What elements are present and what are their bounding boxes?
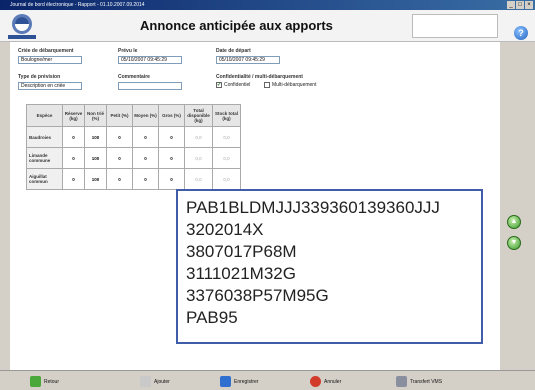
- side-add-button[interactable]: ▲: [507, 215, 521, 229]
- overlay-line: 3111021M32G: [186, 264, 296, 283]
- enregistrer-label: Enregistrer: [234, 378, 259, 385]
- col-header: Non trié (%): [84, 104, 107, 127]
- overlay-line: 3807017P68M: [186, 242, 297, 261]
- species-cell: Baudroies: [26, 126, 63, 148]
- gros-cell[interactable]: 0: [158, 126, 185, 148]
- confidential-label: Confidentiel: [224, 82, 251, 88]
- gros-cell[interactable]: 0: [158, 168, 185, 190]
- moyen-cell[interactable]: 0: [132, 168, 159, 190]
- overlay-line: PAB95: [186, 308, 238, 327]
- transfert-vms-button[interactable]: Transfert VMS: [396, 375, 442, 388]
- comment-label: Commentaire: [118, 74, 150, 80]
- reserve-cell[interactable]: 0: [62, 126, 85, 148]
- total-dispo-cell: 0,0: [184, 168, 213, 190]
- moyen-cell[interactable]: 0: [132, 147, 159, 169]
- depart-field[interactable]: 05/10/2007 09:45:29: [216, 56, 280, 64]
- transfert-label: Transfert VMS: [410, 378, 443, 385]
- window-controls: _ □ ×: [507, 1, 533, 9]
- nontrie-cell[interactable]: 100: [84, 126, 107, 148]
- nontrie-cell[interactable]: 100: [84, 147, 107, 169]
- save-icon: [220, 376, 231, 387]
- species-cell: Aiguillat commun: [26, 168, 63, 190]
- col-header: Total disponible (kg): [184, 104, 213, 127]
- prevu-field[interactable]: 05/10/2007 09:45:29: [118, 56, 182, 64]
- stock-total-cell: 0,0: [212, 168, 241, 190]
- moyen-cell[interactable]: 0: [132, 126, 159, 148]
- window-titlebar: Journal de bord électronique - Rapport -…: [0, 0, 535, 10]
- species-cell: Limande commune: [26, 147, 63, 169]
- app-logo-icon: [8, 14, 36, 39]
- table-row[interactable]: Aiguillat commun 0 100 0 0 0 0,0 0,0: [26, 168, 241, 190]
- col-header: Petit (%): [106, 104, 133, 127]
- col-header: Réserve (kg): [62, 104, 85, 127]
- retour-label: Retour: [44, 378, 60, 385]
- stock-total-cell: 0,0: [212, 126, 241, 148]
- depart-label: Date de départ: [216, 48, 251, 54]
- comment-field[interactable]: [118, 82, 182, 90]
- col-header: Stock total (kg): [212, 104, 241, 127]
- total-dispo-cell: 0,0: [184, 147, 213, 169]
- table-row[interactable]: Limande commune 0 100 0 0 0 0,0 0,0: [26, 147, 241, 169]
- col-header: Espèce: [26, 104, 63, 127]
- help-icon[interactable]: ?: [514, 26, 528, 40]
- checkbox-empty-icon: [264, 82, 270, 88]
- table-row[interactable]: Baudroies 0 100 0 0 0 0,0 0,0: [26, 126, 241, 148]
- overlay-line: PAB1BLDMJJJ339360139360JJJ: [186, 198, 440, 217]
- petit-cell[interactable]: 0: [106, 126, 133, 148]
- side-remove-button[interactable]: ▼: [507, 236, 521, 250]
- window-title: Journal de bord électronique - Rapport -…: [10, 2, 145, 8]
- page-title: Annonce anticipée aux apports: [140, 18, 333, 33]
- cancel-icon: [310, 376, 321, 387]
- annuler-button[interactable]: Annuler: [310, 375, 341, 388]
- multi-label: Multi-débarquement: [272, 82, 317, 88]
- petit-cell[interactable]: 0: [106, 147, 133, 169]
- confidential-checkbox[interactable]: ✔ Confidentiel: [216, 82, 250, 88]
- crie-label: Criée de débarquement: [18, 48, 74, 54]
- header-status-box: [412, 14, 498, 38]
- retour-button[interactable]: Retour: [30, 375, 59, 388]
- bottom-toolbar: Retour Ajouter Enregistrer Annuler Trans…: [0, 370, 535, 390]
- type-field[interactable]: Description en criée: [18, 82, 82, 90]
- gros-cell[interactable]: 0: [158, 147, 185, 169]
- table-header-row: Espèce Réserve (kg) Non trié (%) Petit (…: [26, 104, 241, 127]
- minimize-button[interactable]: _: [507, 1, 515, 9]
- reserve-cell[interactable]: 0: [62, 147, 85, 169]
- conf-label: Confidentialité / multi-débarquement: [216, 74, 303, 80]
- crie-field[interactable]: Boulogne/mer: [18, 56, 82, 64]
- ajouter-button[interactable]: Ajouter: [140, 375, 170, 388]
- code-overlay-box: PAB1BLDMJJJ339360139360JJJ 3202014X 3807…: [176, 189, 483, 344]
- overlay-line: 3202014X: [186, 220, 264, 239]
- checkbox-checked-icon: ✔: [216, 82, 222, 88]
- annuler-label: Annuler: [324, 378, 342, 385]
- petit-cell[interactable]: 0: [106, 168, 133, 190]
- transfer-icon: [396, 376, 407, 387]
- ajouter-label: Ajouter: [154, 378, 170, 385]
- prevu-label: Prévu le: [118, 48, 138, 54]
- species-table: Espèce Réserve (kg) Non trié (%) Petit (…: [26, 104, 241, 190]
- app-header: Annonce anticipée aux apports ?: [0, 10, 535, 42]
- col-header: Gros (%): [158, 104, 185, 127]
- enregistrer-button[interactable]: Enregistrer: [220, 375, 258, 388]
- back-icon: [30, 376, 41, 387]
- type-label: Type de prévision: [18, 74, 61, 80]
- close-button[interactable]: ×: [525, 1, 533, 9]
- add-icon: [140, 376, 151, 387]
- stock-total-cell: 0,0: [212, 147, 241, 169]
- total-dispo-cell: 0,0: [184, 126, 213, 148]
- maximize-button[interactable]: □: [516, 1, 524, 9]
- multi-checkbox[interactable]: Multi-débarquement: [264, 82, 316, 88]
- reserve-cell[interactable]: 0: [62, 168, 85, 190]
- col-header: Moyen (%): [132, 104, 159, 127]
- nontrie-cell[interactable]: 100: [84, 168, 107, 190]
- overlay-line: 3376038P57M95G: [186, 286, 329, 305]
